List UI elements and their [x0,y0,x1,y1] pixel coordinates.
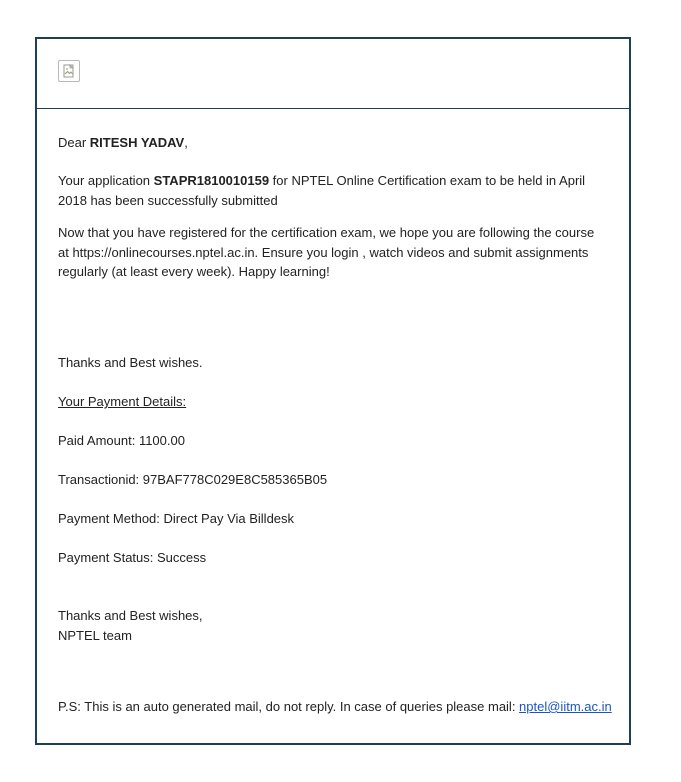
support-email-link[interactable]: nptel@iitm.ac.in [519,699,612,714]
application-id: STAPR1810010159 [153,173,270,188]
registration-note: Now that you have registered for the cer… [58,225,595,279]
recipient-name: RITESH YADAV [89,135,185,150]
email-container: Dear RITESH YADAV, Your application STAP… [35,37,631,745]
broken-image-icon [58,60,80,82]
payment-status: Payment Status: Success [58,550,207,565]
ps-note: P.S: This is an auto generated mail, do … [58,697,629,717]
payment-method: Payment Method: Direct Pay Via Billdesk [58,511,295,526]
signoff-line-2: NPTEL team [58,628,132,643]
email-header [37,39,629,109]
thanks-line-1: Thanks and Best wishes. [58,355,203,370]
signoff-line-1: Thanks and Best wishes, [58,608,203,623]
greeting-suffix: , [184,135,188,150]
transaction-id: Transactionid: 97BAF778C029E8C585365B05 [58,472,328,487]
application-prefix: Your application [58,173,154,188]
ps-text: P.S: This is an auto generated mail, do … [58,699,520,714]
greeting-prefix: Dear [58,135,90,150]
greeting: Dear RITESH YADAV, [58,133,607,153]
paid-amount: Paid Amount: 1100.00 [58,433,185,448]
payment-heading: Your Payment Details: [58,394,187,409]
application-status: Your application STAPR1810010159 for NPT… [58,171,607,210]
